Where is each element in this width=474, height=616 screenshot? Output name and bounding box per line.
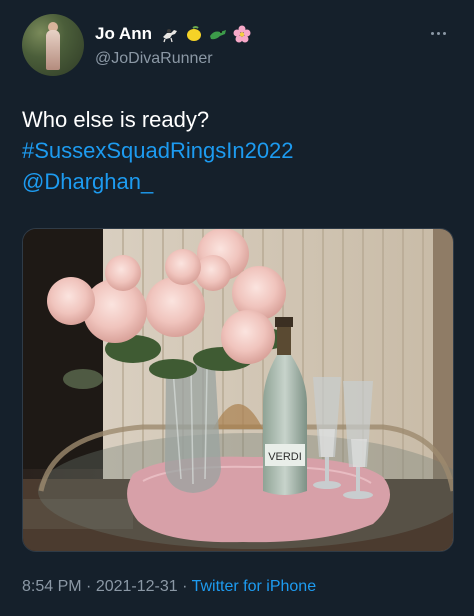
hashtag-link[interactable]: #SussexSquadRingsIn2022	[22, 135, 452, 166]
tweet-text-line: Who else is ready?	[22, 107, 210, 132]
more-dots-icon[interactable]	[424, 24, 452, 42]
cherry-blossom-emoji-icon	[233, 25, 251, 43]
tweet-text: Who else is ready? #SussexSquadRingsIn20…	[22, 104, 452, 197]
display-name[interactable]: Jo Ann	[95, 24, 152, 44]
photo-scene: VERDI	[23, 229, 453, 551]
meta-separator: ·	[177, 578, 192, 595]
name-row: Jo Ann	[95, 24, 252, 44]
tweet-time[interactable]: 8:54 PM	[22, 578, 82, 595]
lemon-emoji-icon	[186, 26, 201, 41]
tweet-meta: 8:54 PM · 2021-12-31 · Twitter for iPhon…	[22, 578, 316, 596]
crocodile-emoji-icon	[209, 30, 226, 40]
meta-separator: ·	[81, 578, 96, 595]
avatar-figure	[46, 30, 60, 70]
mention-link[interactable]: @Dharghan_	[22, 166, 452, 197]
user-handle[interactable]: @JoDivaRunner	[95, 50, 213, 68]
tweet-photo[interactable]: VERDI	[22, 228, 454, 552]
horse-racing-emoji-icon	[162, 29, 177, 43]
bottle-label: VERDI	[268, 451, 302, 463]
tweet-date[interactable]: 2021-12-31	[96, 578, 178, 595]
avatar[interactable]	[22, 14, 84, 76]
tweet-source[interactable]: Twitter for iPhone	[192, 578, 317, 595]
tweet-header: Jo Ann @JoDivaRunner	[22, 14, 452, 80]
name-emoji-row	[160, 24, 252, 44]
